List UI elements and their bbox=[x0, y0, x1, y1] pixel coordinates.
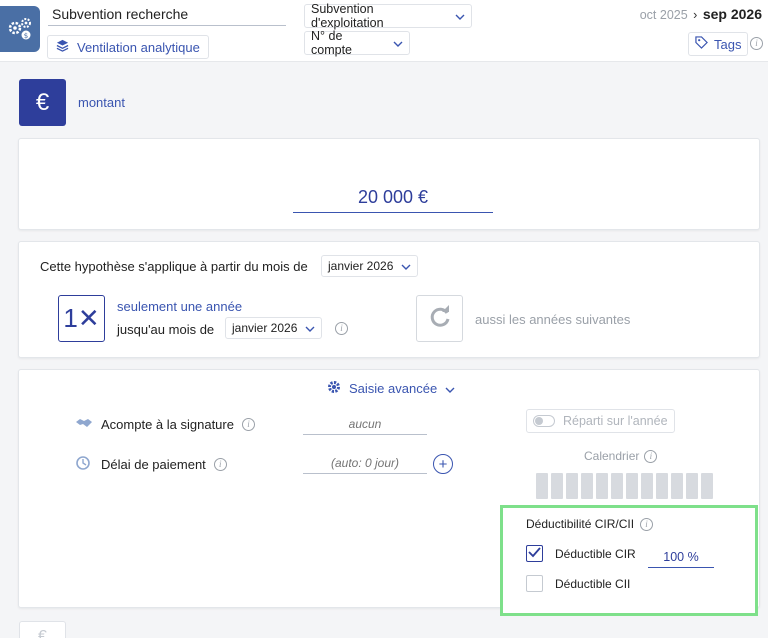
calendar-month-bar[interactable] bbox=[536, 473, 548, 499]
calendrier-label-row: Calendrier i bbox=[584, 449, 658, 463]
cir-cii-panel: Déductibilité CIR/CII i Déductible CIR D… bbox=[500, 505, 758, 616]
calendar-month-bar[interactable] bbox=[626, 473, 638, 499]
advanced-toggle[interactable]: Saisie avancée bbox=[327, 380, 455, 397]
subvention-type-dropdown[interactable]: Subvention d'exploitation bbox=[304, 2, 472, 30]
info-icon[interactable]: i bbox=[335, 322, 348, 335]
calendar-month-bar[interactable] bbox=[656, 473, 668, 499]
add-delai-button[interactable]: + bbox=[433, 454, 453, 474]
calendar-month-bar[interactable] bbox=[671, 473, 683, 499]
tags-label: Tags bbox=[714, 36, 742, 52]
cir-percent-input[interactable] bbox=[648, 546, 714, 568]
cir-cii-title: Déductibilité CIR/CII bbox=[526, 517, 635, 531]
info-icon[interactable]: i bbox=[241, 418, 255, 431]
cii-label: Déductible CII bbox=[555, 577, 631, 591]
toggle-switch-icon bbox=[533, 415, 555, 427]
cii-checkbox[interactable] bbox=[526, 575, 543, 592]
amount-card bbox=[18, 138, 760, 230]
end-month-dropdown[interactable]: janvier 2026 bbox=[225, 317, 323, 339]
cir-cii-title-row: Déductibilité CIR/CII i bbox=[526, 517, 654, 531]
cir-checkbox[interactable] bbox=[526, 545, 543, 562]
period-separator: › bbox=[693, 8, 698, 22]
reparti-toggle[interactable]: Réparti sur l'année bbox=[526, 409, 675, 433]
chevron-down-icon bbox=[445, 381, 455, 396]
calendar-month-bar[interactable] bbox=[566, 473, 578, 499]
delai-row: Délai de paiement i bbox=[75, 455, 227, 474]
checkmark-icon bbox=[528, 546, 541, 561]
compte-value: N° de compte bbox=[311, 29, 352, 57]
end-month-value: janvier 2026 bbox=[232, 321, 298, 335]
calendar-bars bbox=[536, 473, 713, 499]
calendar-month-bar[interactable] bbox=[596, 473, 608, 499]
calendar-month-bar[interactable] bbox=[581, 473, 593, 499]
start-month-dropdown[interactable]: janvier 2026 bbox=[321, 255, 419, 277]
acompte-label: Acompte à la signature bbox=[101, 417, 234, 432]
calendar-month-bar[interactable] bbox=[641, 473, 653, 499]
cir-label: Déductible CIR bbox=[555, 547, 636, 561]
once-label: seulement une année bbox=[117, 299, 243, 314]
period-range: oct 2025 › sep 2026 bbox=[640, 6, 762, 22]
info-icon[interactable]: i bbox=[644, 449, 658, 463]
reparti-label: Réparti sur l'année bbox=[563, 414, 668, 428]
chevron-down-icon bbox=[455, 9, 465, 23]
start-month-value: janvier 2026 bbox=[328, 259, 394, 273]
chevron-down-icon bbox=[401, 259, 411, 273]
calendrier-label: Calendrier bbox=[584, 449, 640, 463]
delai-label: Délai de paiement bbox=[101, 457, 206, 472]
calendar-month-bar[interactable] bbox=[611, 473, 623, 499]
calendar-month-bar[interactable] bbox=[701, 473, 713, 499]
clock-icon bbox=[75, 455, 93, 474]
hypothesis-text: Cette hypothèse s'applique à partir du m… bbox=[40, 259, 308, 274]
period-end: sep 2026 bbox=[702, 6, 762, 22]
layers-icon bbox=[56, 39, 69, 55]
once-button[interactable]: 1✕ bbox=[58, 295, 105, 342]
compte-dropdown[interactable]: N° de compte bbox=[304, 29, 410, 57]
handshake-icon bbox=[75, 416, 93, 433]
info-icon[interactable]: i bbox=[213, 458, 227, 471]
euro-icon[interactable]: € bbox=[19, 621, 66, 638]
delai-input[interactable] bbox=[303, 452, 427, 474]
gears-money-icon: $ bbox=[0, 6, 40, 52]
info-icon[interactable]: i bbox=[640, 517, 654, 531]
ventilation-label: Ventilation analytique bbox=[77, 39, 200, 55]
title-field[interactable] bbox=[48, 2, 286, 26]
acompte-input[interactable] bbox=[303, 413, 427, 435]
refresh-icon bbox=[427, 304, 453, 333]
euro-icon: € bbox=[19, 79, 66, 126]
chevron-down-icon bbox=[305, 321, 315, 335]
info-icon[interactable]: i bbox=[750, 37, 763, 50]
calendar-month-bar[interactable] bbox=[686, 473, 698, 499]
repeat-years-button[interactable] bbox=[416, 295, 463, 342]
svg-text:$: $ bbox=[24, 32, 28, 40]
ventilation-analytique-button[interactable]: Ventilation analytique bbox=[47, 35, 209, 59]
chevron-down-icon bbox=[393, 36, 403, 50]
repeat-years-label: aussi les années suivantes bbox=[475, 312, 631, 327]
tag-icon bbox=[695, 36, 708, 52]
hypothesis-card: Cette hypothèse s'applique à partir du m… bbox=[18, 241, 760, 358]
until-label: jusqu'au mois de bbox=[117, 322, 215, 337]
gear-icon bbox=[327, 380, 341, 397]
advanced-toggle-label: Saisie avancée bbox=[349, 381, 438, 396]
acompte-row: Acompte à la signature i bbox=[75, 416, 255, 433]
header-bar: $ Ventilation analytique Subvention d'ex… bbox=[0, 0, 768, 62]
subvention-type-value: Subvention d'exploitation bbox=[311, 2, 384, 30]
period-start: oct 2025 bbox=[639, 8, 688, 22]
calendar-month-bar[interactable] bbox=[551, 473, 563, 499]
tags-button[interactable]: Tags bbox=[688, 32, 749, 56]
montant-label: montant bbox=[78, 95, 125, 110]
amount-input[interactable] bbox=[293, 183, 493, 213]
